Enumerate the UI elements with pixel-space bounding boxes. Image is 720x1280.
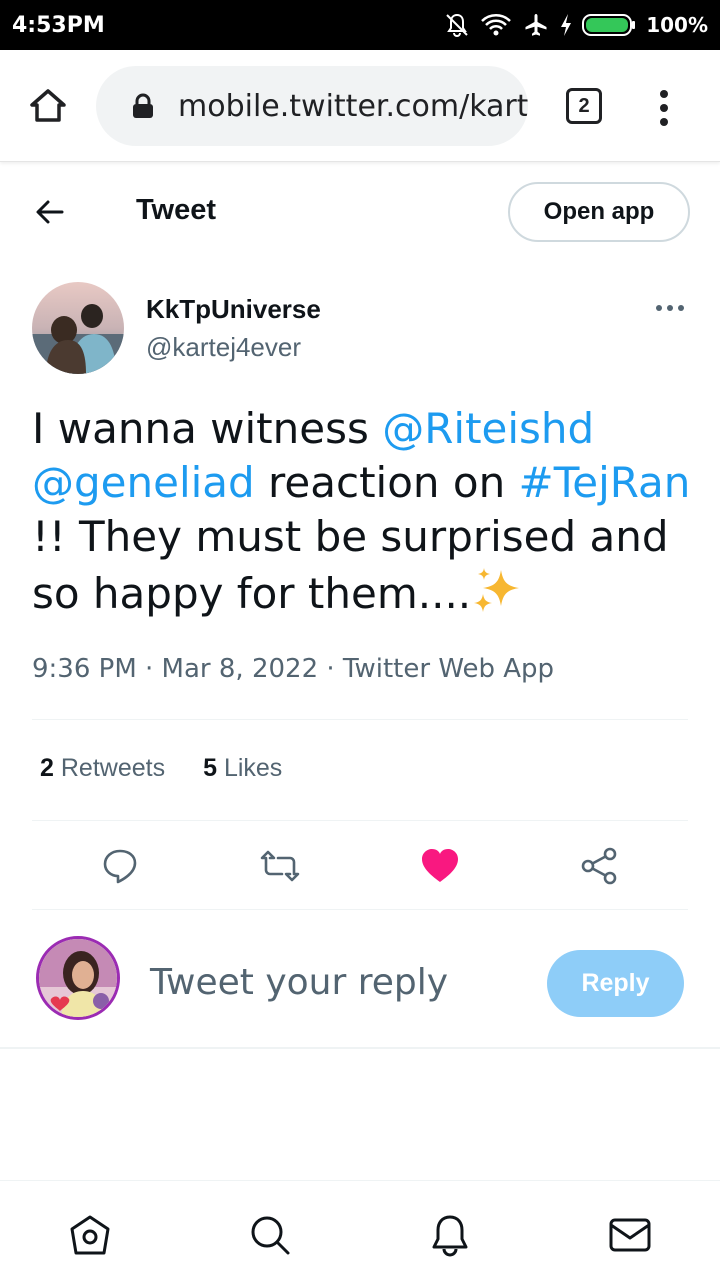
browser-toolbar: mobile.twitter.com/kartej4ever 2 — [0, 50, 720, 162]
author-avatar[interactable] — [32, 282, 124, 374]
likes-stat[interactable]: 5 Likes — [203, 754, 282, 783]
battery-icon — [582, 14, 636, 36]
divider — [32, 820, 688, 821]
bottom-navigation — [0, 1180, 720, 1280]
airplane-icon — [525, 14, 547, 36]
like-heart-icon[interactable] — [420, 846, 460, 886]
mention-link[interactable]: @Riteishd — [382, 404, 594, 453]
charging-icon — [561, 14, 572, 36]
home-button[interactable] — [28, 86, 68, 126]
mute-icon — [446, 13, 468, 37]
tweet-timestamp[interactable]: 9:36 PM · Mar 8, 2022 · Twitter Web App — [32, 654, 554, 684]
url-text: mobile.twitter.com/kartej4ever — [178, 88, 528, 124]
wifi-icon — [481, 14, 512, 36]
lock-icon — [133, 93, 153, 118]
search-icon[interactable] — [248, 1213, 292, 1257]
retweet-icon[interactable] — [260, 846, 300, 886]
tweet-actions — [0, 840, 720, 890]
author-display-name[interactable]: KkTpUniverse — [146, 294, 321, 325]
address-bar[interactable]: mobile.twitter.com/kartej4ever — [96, 66, 528, 146]
back-arrow-icon[interactable] — [32, 194, 68, 230]
likes-count: 5 — [203, 754, 217, 782]
share-icon[interactable] — [580, 846, 620, 886]
retweets-stat[interactable]: 2 Retweets — [40, 754, 165, 783]
sparkles-icon — [474, 568, 520, 612]
retweets-count: 2 — [40, 754, 54, 782]
reply-icon[interactable] — [100, 846, 140, 886]
divider — [0, 1047, 720, 1049]
home-icon[interactable] — [68, 1213, 112, 1257]
battery-percentage: 100% — [646, 13, 708, 37]
tweet-text-part: reaction on — [254, 458, 519, 507]
tweet-text: I wanna witness @Riteishd @geneliad reac… — [32, 402, 692, 621]
status-time: 4:53PM — [12, 12, 105, 38]
divider — [32, 719, 688, 720]
reply-button[interactable]: Reply — [547, 950, 684, 1017]
tab-count: 2 — [578, 94, 590, 117]
divider — [32, 909, 688, 910]
user-avatar[interactable] — [36, 936, 120, 1020]
tweet-text-part: I wanna witness — [32, 404, 383, 453]
tabs-button[interactable]: 2 — [566, 88, 602, 124]
open-app-button[interactable]: Open app — [508, 182, 690, 242]
more-horiz-icon[interactable] — [654, 296, 686, 320]
page-title: Tweet — [136, 194, 217, 226]
reply-input[interactable]: Tweet your reply — [150, 962, 448, 1003]
mention-link[interactable]: @geneliad — [32, 458, 255, 507]
tweet-stats: 2 Retweets 5 Likes — [40, 754, 282, 783]
more-vert-icon[interactable] — [652, 88, 676, 128]
messages-icon[interactable] — [608, 1213, 652, 1257]
author-handle[interactable]: @kartej4ever — [146, 332, 301, 363]
notifications-icon[interactable] — [428, 1213, 472, 1257]
hashtag-link[interactable]: #TejRan — [519, 458, 691, 507]
status-bar: 4:53PM 100% — [0, 0, 720, 50]
retweets-label: Retweets — [60, 754, 166, 782]
tweet-header: Tweet Open app — [0, 162, 720, 260]
likes-label: Likes — [223, 754, 283, 782]
tweet-text-part: !! They must be surprised and so happy f… — [32, 512, 669, 618]
